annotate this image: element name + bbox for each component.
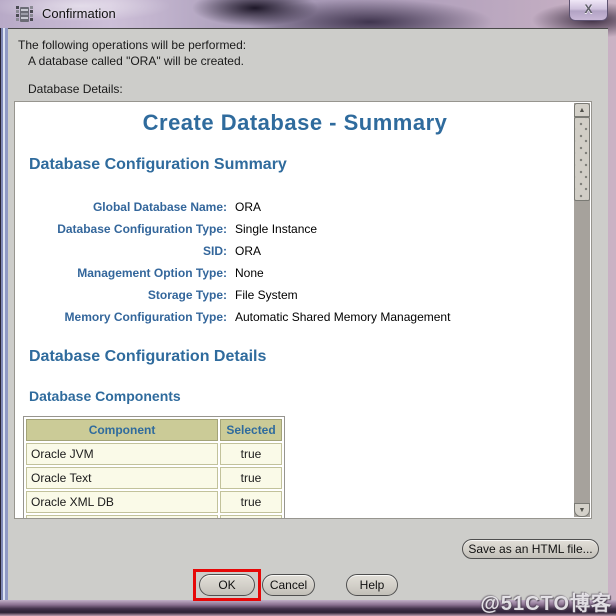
save-as-html-button[interactable]: Save as an HTML file... [462,539,599,559]
field-label: Memory Configuration Type: [64,310,227,324]
watermark: @51CTO博客 [480,593,612,615]
field-label: Global Database Name: [92,200,227,214]
table-row: Oracle Text true [26,467,282,489]
field-label: SID: [203,244,227,258]
config-summary-fields: Global Database Name: ORA Database Confi… [15,196,575,328]
scroll-down-icon[interactable]: ▼ [574,503,590,517]
field-value: ORA [235,200,262,214]
column-header-selected: Selected [220,419,282,441]
summary-title: Create Database - Summary [142,110,448,135]
field-sid: SID: ORA [15,240,575,262]
field-label: Storage Type: [147,288,227,302]
field-value: Automatic Shared Memory Management [235,310,451,324]
component-name-cell: Oracle JVM [26,443,219,465]
field-label: Management Option Type: [77,266,227,280]
vertical-scrollbar[interactable]: ▲ ▼ [574,103,590,517]
component-selected-cell: true [220,443,282,465]
field-label: Database Configuration Type: [57,222,227,236]
database-details-label: Database Details: [28,82,123,96]
component-name-cell [26,515,219,518]
components-table: Component Selected Oracle JVM true Oracl… [23,416,285,518]
component-selected-cell: true [220,491,282,513]
components-heading: Database Components [29,388,181,404]
table-header-row: Component Selected [26,419,282,441]
table-row-partial [26,515,282,518]
table-row: Oracle JVM true [26,443,282,465]
config-summary-heading: Database Configuration Summary [29,156,287,173]
field-management-option-type: Management Option Type: None [15,262,575,284]
field-global-database-name: Global Database Name: ORA [15,196,575,218]
close-button[interactable]: X [569,0,608,21]
dialog-body: The following operations will be perform… [8,28,608,601]
field-value: File System [235,288,298,302]
component-selected-cell: true [220,467,282,489]
operations-message: The following operations will be perform… [18,38,247,52]
help-button[interactable]: Help [346,574,398,596]
field-memory-configuration-type: Memory Configuration Type: Automatic Sha… [15,306,575,328]
window-left-border [0,28,8,600]
config-details-heading: Database Configuration Details [29,348,267,365]
window-right-border [608,28,616,600]
cancel-button[interactable]: Cancel [262,574,315,596]
title-bar[interactable]: Confirmation X [0,0,616,28]
dbca-dialog-icon [15,5,35,24]
component-name-cell: Oracle Text [26,467,219,489]
table-row: Oracle XML DB true [26,491,282,513]
field-database-configuration-type: Database Configuration Type: Single Inst… [15,218,575,240]
ok-button[interactable]: OK [199,574,255,596]
database-created-message: A database called "ORA" will be created. [28,54,244,68]
field-value: ORA [235,244,262,258]
summary-panel: Create Database - Summary Database Confi… [14,101,592,519]
field-storage-type: Storage Type: File System [15,284,575,306]
field-value: None [235,266,264,280]
component-selected-cell [220,515,282,518]
scrollbar-thumb[interactable] [574,117,590,201]
column-header-component: Component [26,419,219,441]
component-name-cell: Oracle XML DB [26,491,219,513]
scroll-up-icon[interactable]: ▲ [574,103,590,117]
window-title: Confirmation [42,6,116,21]
confirmation-dialog: Confirmation X The following operations … [0,0,616,616]
close-icon: X [584,2,593,16]
field-value: Single Instance [235,222,318,236]
